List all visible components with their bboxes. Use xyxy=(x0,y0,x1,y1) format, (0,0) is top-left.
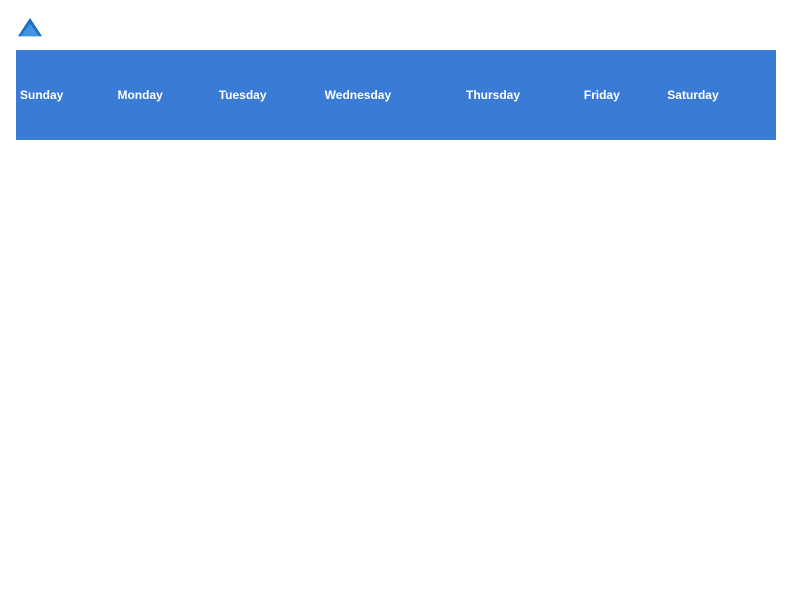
column-header-saturday: Saturday xyxy=(663,50,776,140)
page-header xyxy=(16,16,776,40)
column-header-sunday: Sunday xyxy=(16,50,113,140)
column-header-wednesday: Wednesday xyxy=(321,50,462,140)
calendar-table: SundayMondayTuesdayWednesdayThursdayFrid… xyxy=(16,50,776,140)
column-header-tuesday: Tuesday xyxy=(215,50,321,140)
logo xyxy=(16,16,48,40)
column-header-thursday: Thursday xyxy=(462,50,580,140)
calendar-header-row: SundayMondayTuesdayWednesdayThursdayFrid… xyxy=(16,50,776,140)
column-header-friday: Friday xyxy=(580,50,664,140)
column-header-monday: Monday xyxy=(113,50,214,140)
logo-icon xyxy=(16,16,44,40)
